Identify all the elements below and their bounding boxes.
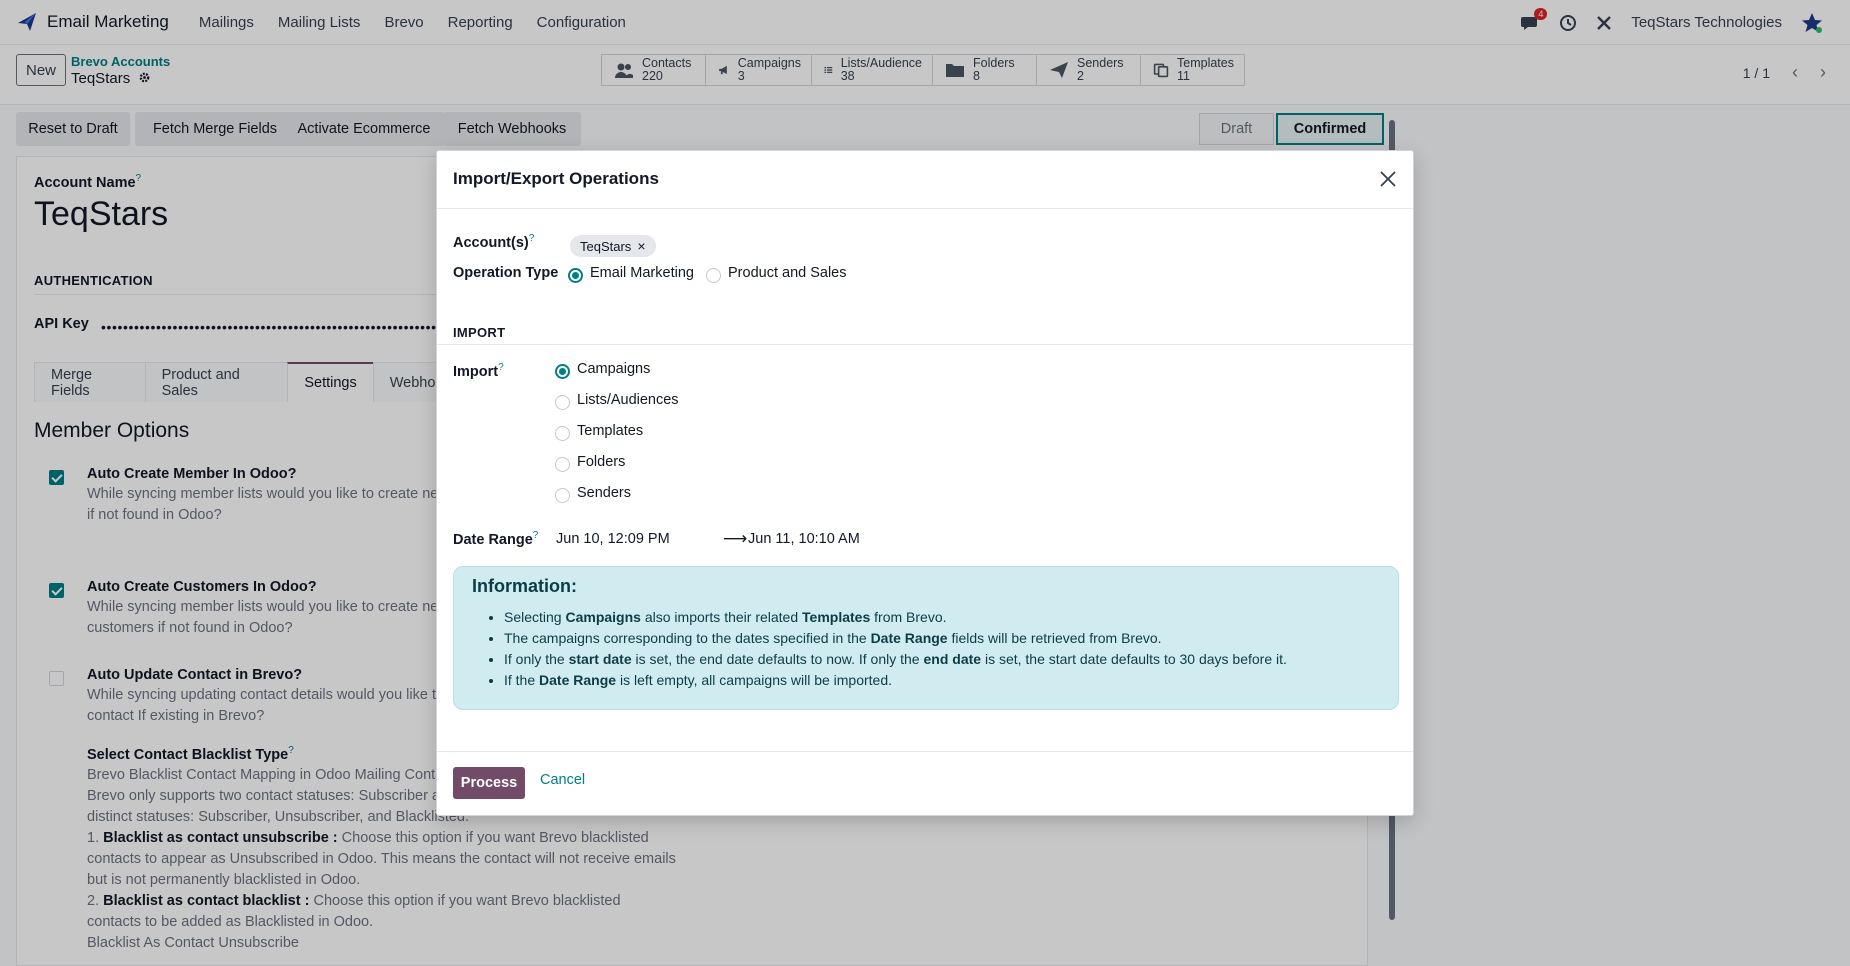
help-icon[interactable]: ?	[529, 233, 535, 244]
operation-product-sales-label[interactable]: Product and Sales	[728, 265, 847, 281]
date-range-label-text: Date Range	[453, 531, 533, 548]
date-start-input[interactable]: Jun 10, 12:09 PM	[556, 531, 670, 547]
radio-import-campaigns[interactable]	[555, 364, 570, 379]
dialog-header: Import/Export Operations	[437, 151, 1413, 209]
info-list: Selecting Campaigns also imports their r…	[504, 607, 1384, 691]
import-export-dialog: Import/Export Operations Account(s)? Teq…	[436, 150, 1414, 816]
account-tag: TeqStars ×	[570, 235, 656, 257]
dialog-footer: Process Cancel	[437, 751, 1413, 817]
arrow-right-icon: ⟶	[723, 529, 748, 548]
import-label-text: Import	[453, 363, 499, 380]
help-icon[interactable]: ?	[498, 362, 504, 373]
remove-tag-icon[interactable]: ×	[637, 238, 645, 254]
radio-import-lists[interactable]	[555, 395, 570, 410]
radio-import-folders[interactable]	[555, 457, 570, 472]
import-campaigns-label[interactable]: Campaigns	[577, 361, 650, 377]
radio-email-marketing[interactable]	[568, 268, 583, 283]
info-item: If the Date Range is left empty, all cam…	[504, 670, 1384, 691]
info-item: If only the start date is set, the end d…	[504, 649, 1384, 670]
help-icon[interactable]: ?	[533, 530, 539, 541]
date-range-label: Date Range?	[453, 530, 538, 548]
operation-type-label: Operation Type	[453, 265, 559, 281]
date-end-input[interactable]: Jun 11, 10:10 AM	[748, 531, 860, 547]
import-label: Import?	[453, 362, 504, 380]
import-lists-label[interactable]: Lists/Audiences	[577, 392, 679, 408]
accounts-label: Account(s)?	[453, 233, 534, 251]
process-button[interactable]: Process	[453, 767, 525, 799]
import-section-title: IMPORT	[453, 325, 506, 340]
info-item: The campaigns corresponding to the dates…	[504, 628, 1384, 649]
info-title: Information:	[472, 576, 577, 596]
cancel-button[interactable]: Cancel	[540, 772, 585, 788]
close-icon[interactable]	[1377, 168, 1399, 190]
info-item: Selecting Campaigns also imports their r…	[504, 607, 1384, 628]
accounts-label-text: Account(s)	[453, 234, 529, 251]
information-box: Information: Selecting Campaigns also im…	[453, 566, 1399, 710]
operation-email-marketing-label[interactable]: Email Marketing	[590, 265, 694, 281]
radio-product-and-sales[interactable]	[706, 268, 721, 283]
import-senders-label[interactable]: Senders	[577, 485, 631, 501]
account-tag-label: TeqStars	[580, 238, 632, 254]
radio-import-senders[interactable]	[555, 488, 570, 503]
import-section: IMPORT	[437, 325, 1413, 345]
radio-import-templates[interactable]	[555, 426, 570, 441]
import-templates-label[interactable]: Templates	[577, 423, 643, 439]
import-folders-label[interactable]: Folders	[577, 454, 625, 470]
dialog-title: Import/Export Operations	[453, 169, 659, 188]
